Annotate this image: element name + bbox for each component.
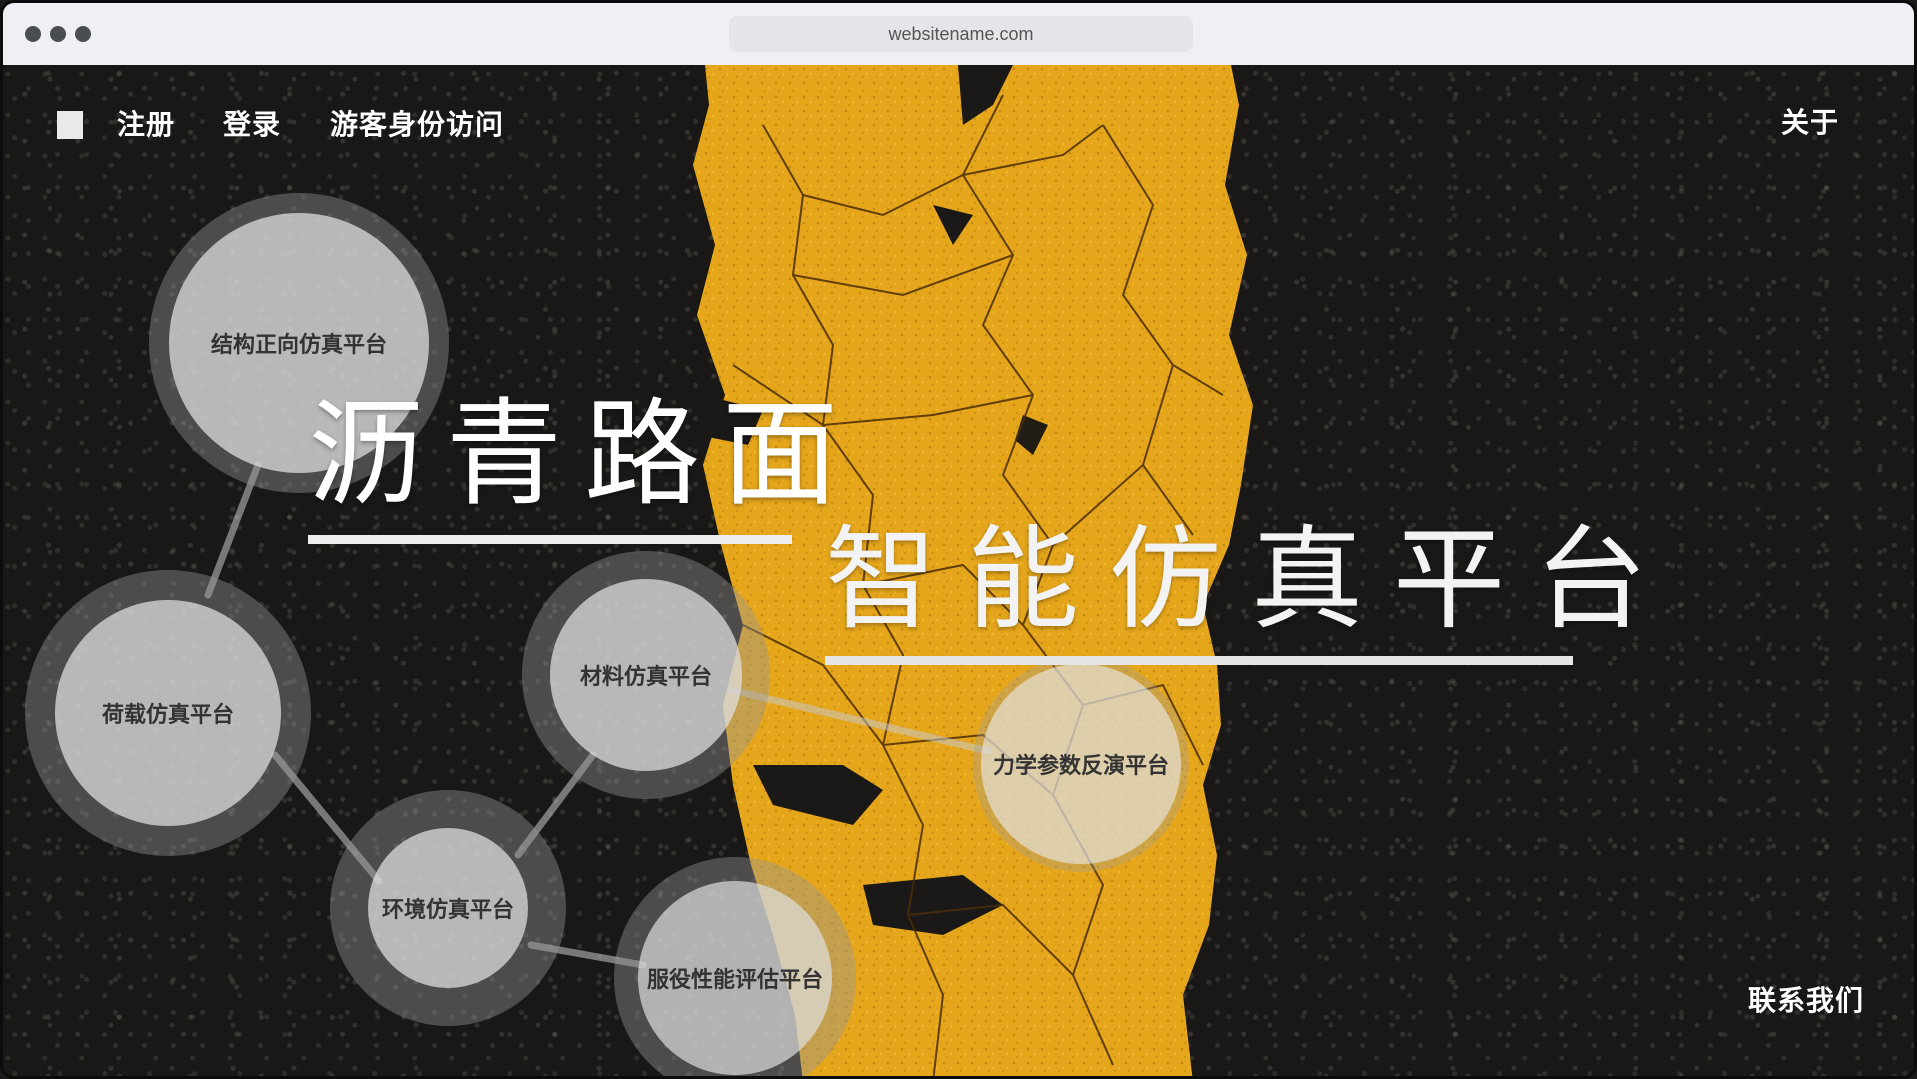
browser-toolbar: websitename.com	[3, 3, 1914, 66]
window-maximize-dot-icon[interactable]	[75, 26, 91, 42]
material-simulation-platform-node[interactable]: 材料仿真平台	[522, 551, 770, 799]
window-minimize-dot-icon[interactable]	[50, 26, 66, 42]
hero-subtitle-underline	[825, 656, 1573, 665]
nav-guest-access-link[interactable]: 游客身份访问	[330, 103, 504, 147]
hero-subtitle: 智能仿真平台	[825, 515, 1677, 645]
address-bar[interactable]: websitename.com	[729, 16, 1193, 52]
node-label: 服役性能评估平台	[646, 968, 823, 993]
nav-about-link[interactable]: 关于	[1781, 101, 1839, 145]
node-label: 结构正向仿真平台	[210, 333, 387, 358]
mechanics-inversion-platform-node[interactable]: 力学参数反演平台	[973, 656, 1189, 872]
node-label: 材料仿真平台	[579, 665, 712, 690]
hero-page: 注册 登录 游客身份访问 关于 结构正向仿真平台 荷载仿真平台 材料仿真平台 力…	[3, 65, 1914, 1076]
node-inner-circle: 力学参数反演平台	[981, 664, 1181, 864]
node-label: 环境仿真平台	[381, 898, 514, 923]
hero-title-underline	[308, 535, 792, 544]
contact-us-link[interactable]: 联系我们	[1748, 979, 1864, 1023]
hero-title: 沥青路面	[308, 387, 860, 522]
node-inner-circle: 材料仿真平台	[550, 579, 742, 771]
load-simulation-platform-node[interactable]: 荷载仿真平台	[25, 570, 311, 856]
nav-login-link[interactable]: 登录	[223, 103, 281, 147]
browser-window: websitename.com 注册 登录 游客身份访问 关于 结构正向仿真平台…	[0, 0, 1917, 1079]
node-label: 荷载仿真平台	[101, 703, 234, 728]
node-inner-circle: 荷载仿真平台	[55, 600, 281, 826]
logo-square-icon[interactable]	[57, 111, 83, 139]
environment-simulation-platform-node[interactable]: 环境仿真平台	[330, 790, 566, 1026]
window-close-dot-icon[interactable]	[25, 26, 41, 42]
node-inner-circle: 环境仿真平台	[368, 828, 528, 988]
node-label: 力学参数反演平台	[992, 754, 1169, 779]
nav-register-link[interactable]: 注册	[117, 103, 175, 147]
node-inner-circle: 服役性能评估平台	[638, 881, 832, 1075]
